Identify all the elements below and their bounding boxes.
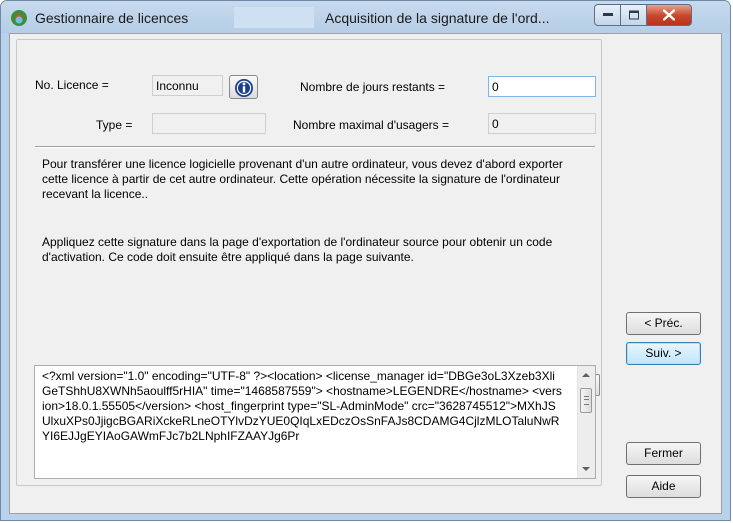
help-button-label: Aide: [651, 479, 676, 493]
scroll-thumb[interactable]: [580, 388, 592, 413]
transfer-instructions: Pour transférer une licence logicielle p…: [42, 157, 563, 201]
window-title: Gestionnaire de licences: [35, 10, 189, 26]
dialog-body: No. Licence = Inconnu Nombre de jours re…: [9, 33, 722, 514]
close-window-button[interactable]: [647, 4, 692, 26]
max-users-field: 0: [488, 113, 596, 134]
max-users-label: Nombre maximal d'usagers =: [293, 118, 450, 132]
close-button-label: Fermer: [644, 446, 683, 460]
license-number-field: Inconnu: [152, 75, 223, 96]
help-button[interactable]: Aide: [626, 475, 701, 498]
license-manager-icon: [11, 10, 27, 26]
signature-scrollbar[interactable]: [577, 366, 595, 478]
title-redaction: [234, 7, 314, 28]
window-step-title: Acquisition de la signature de l'ord...: [325, 10, 550, 26]
separator: [35, 146, 595, 148]
type-label: Type =: [96, 118, 133, 132]
days-remaining-label: Nombre de jours restants =: [300, 80, 446, 94]
maximize-button[interactable]: [621, 4, 647, 26]
license-number-label: No. Licence =: [35, 78, 109, 92]
signature-textarea[interactable]: <?xml version="1.0" encoding="UTF-8" ?><…: [34, 365, 596, 479]
days-remaining-field: 0: [488, 76, 596, 97]
apply-instructions: Appliquez cette signature dans la page d…: [42, 235, 553, 264]
scroll-down-arrow-icon[interactable]: [582, 467, 590, 471]
minimize-button[interactable]: [594, 4, 621, 26]
title-bar[interactable]: Gestionnaire de licences Acquisition de …: [1, 1, 730, 33]
maximize-icon: [628, 10, 639, 20]
minimize-icon: [602, 13, 613, 16]
info-icon: [235, 79, 253, 97]
previous-button-label: < Préc.: [644, 316, 683, 330]
previous-button[interactable]: < Préc.: [626, 312, 701, 335]
next-button-label: Suiv. >: [645, 346, 682, 360]
info-button[interactable]: [229, 75, 258, 99]
signature-text: <?xml version="1.0" encoding="UTF-8" ?><…: [42, 369, 562, 443]
scroll-up-arrow-icon[interactable]: [582, 373, 590, 377]
next-button[interactable]: Suiv. >: [626, 342, 701, 365]
type-field: [152, 113, 266, 134]
close-icon: [663, 9, 675, 21]
close-button[interactable]: Fermer: [626, 442, 701, 465]
license-manager-window: Gestionnaire de licences Acquisition de …: [0, 0, 731, 521]
